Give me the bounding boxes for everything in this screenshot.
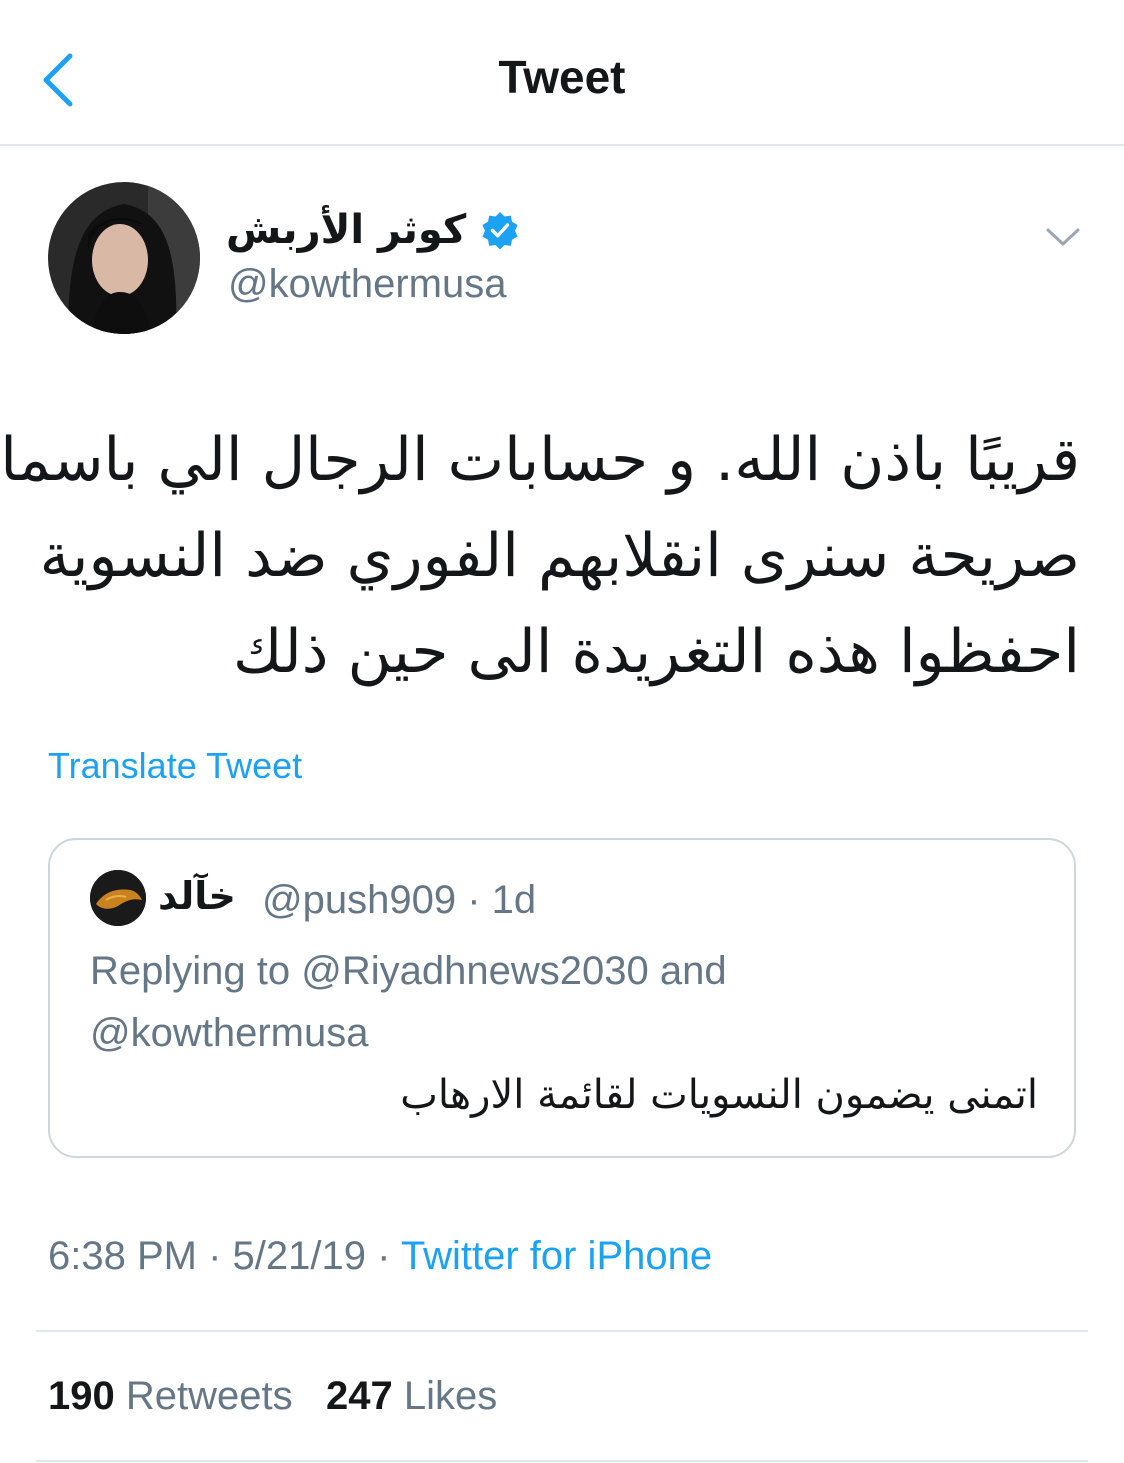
quoted-tweet-meta: @push909 · 1d [262, 878, 536, 923]
retweets-count: 190 [48, 1374, 115, 1418]
likes-count: 247 [325, 1374, 393, 1418]
tweet-source-link[interactable]: Twitter for iPhone [401, 1234, 712, 1278]
author-handle[interactable]: @kowthermusa [228, 262, 506, 307]
quoted-tweet-text: اتمنى يضمون النسويات لقائمة الارهاب [400, 1072, 1038, 1118]
page-title: Tweet [498, 51, 626, 103]
replying-to-line: Replying to @Riyadhnews2030 and [90, 949, 727, 993]
likes-label: Likes [403, 1374, 498, 1418]
tweet-time: 6:38 PM [48, 1234, 197, 1278]
quoted-author-avatar [90, 870, 146, 926]
quoted-author-handle: @push909 [262, 878, 457, 922]
tweet-line: صريحة سنرى انقلابهم الفوري ضد النسوية [39, 521, 1080, 591]
author-avatar[interactable] [48, 182, 200, 334]
divider [36, 1460, 1088, 1462]
quoted-author-name: خآلد [158, 874, 236, 918]
meta-separator: · [377, 1234, 391, 1278]
chevron-down-icon[interactable] [1044, 222, 1082, 252]
quoted-tweet-age: 1d [491, 878, 537, 922]
meta-separator: · [467, 878, 481, 922]
retweets-label: Retweets [125, 1374, 293, 1418]
quoted-tweet-card[interactable]: خآلد @push909 · 1d Replying to @Riyadhne… [48, 838, 1076, 1158]
replying-to-line: @kowthermusa [90, 1011, 369, 1055]
verified-badge-icon [482, 212, 518, 250]
tweet-line: احفظوا هذه التغريدة الى حين ذلك [232, 617, 1080, 687]
tweet-timestamp-row: 6:38 PM · 5/21/19 · Twitter for iPhone [48, 1234, 712, 1279]
author-display-name: كوثر الأربش [226, 207, 467, 253]
tweet-stats: 190 Retweets 247 Likes [48, 1374, 497, 1419]
navigation-bar: Tweet [0, 0, 1124, 146]
translate-tweet-link[interactable]: Translate Tweet [48, 745, 302, 787]
tweet-line: قريبًا باذن الله. و حسابات الرجال الي با… [0, 425, 1080, 495]
tweet-text: قريبًا باذن الله. و حسابات الرجال الي با… [0, 412, 1080, 700]
replying-to-text: Replying to @Riyadhnews2030 and @kowther… [90, 940, 990, 1064]
meta-separator: · [208, 1234, 222, 1278]
divider [36, 1330, 1088, 1332]
retweets-stat[interactable]: 190 Retweets [48, 1374, 293, 1418]
tweet-date: 5/21/19 [232, 1234, 367, 1278]
author-name-row[interactable]: كوثر الأربش [226, 200, 520, 260]
likes-stat[interactable]: 247 Likes [326, 1374, 497, 1418]
